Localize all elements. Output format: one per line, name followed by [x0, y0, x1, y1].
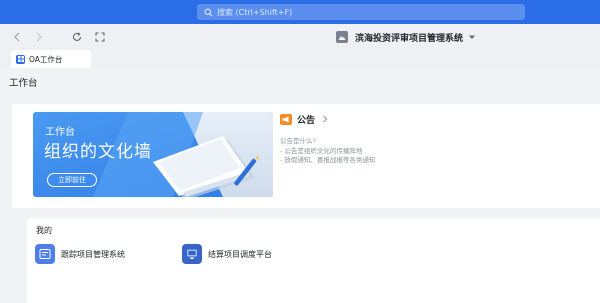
back-icon[interactable]: [10, 30, 24, 44]
chevron-right-icon: [323, 115, 328, 123]
banner-big-title: 组织的文化墙: [44, 142, 152, 162]
notice-panel: 公告 公告是什么? - 公告是组织文化的传播阵地 - 放假通知、喜报战报等各类通…: [280, 112, 375, 166]
my-apps-card: 我的 跟踪项目管理系统 结算项目调度平台: [27, 218, 600, 303]
workbench-page: 工作台 工作台 组织的文化墙 立即前往 公告 公告是什么? - 公告是组织文化的…: [0, 68, 600, 303]
notice-line: - 放假通知、喜报战报等各类通知: [280, 156, 376, 164]
notice-line: - 公告是组织文化的传播阵地: [280, 146, 363, 155]
megaphone-icon: [280, 113, 292, 125]
app-settlement-icon: [182, 244, 202, 264]
app-name: 跟踪项目管理系统: [61, 249, 125, 259]
app-name: 结算项目调度平台: [208, 249, 272, 259]
go-now-button[interactable]: 立即前往: [47, 173, 97, 187]
page-title: 工作台: [9, 78, 38, 89]
search-placeholder: 搜索 (Ctrl+Shift+F): [217, 7, 293, 17]
notice-header[interactable]: 公告: [280, 112, 375, 126]
search-input[interactable]: 搜索 (Ctrl+Shift+F): [197, 4, 525, 20]
nav-bar: 滨海投资评审项目管理系统: [0, 24, 600, 50]
system-logo-icon: [336, 31, 348, 43]
system-switcher[interactable]: 滨海投资评审项目管理系统: [336, 29, 476, 45]
app-tracking-icon: [35, 244, 55, 264]
caret-down-icon: [469, 35, 476, 39]
search-icon: [204, 8, 213, 16]
tab-oa-workbench[interactable]: OA工作台: [11, 50, 91, 68]
culture-card: 工作台 组织的文化墙 立即前往 公告 公告是什么? - 公告是组织文化的传播阵地…: [12, 104, 600, 208]
tab-label: OA工作台: [29, 54, 63, 64]
culture-banner: 工作台 组织的文化墙 立即前往: [33, 112, 273, 197]
app-tracking-project[interactable]: 跟踪项目管理系统: [35, 244, 125, 264]
tab-bar: OA工作台: [0, 50, 600, 68]
fullscreen-icon[interactable]: [93, 30, 107, 44]
notice-title: 公告: [297, 115, 316, 126]
notice-content: 公告是什么? - 公告是组织文化的传播阵地 - 放假通知、喜报战报等各类通知: [280, 137, 375, 166]
system-name: 滨海投资评审项目管理系统: [355, 33, 464, 44]
grid-icon: [16, 54, 25, 64]
forward-icon[interactable]: [32, 30, 46, 44]
app-settlement-schedule[interactable]: 结算项目调度平台: [182, 244, 272, 264]
title-bar: 搜索 (Ctrl+Shift+F): [0, 0, 600, 24]
my-apps-title: 我的: [36, 226, 52, 235]
refresh-icon[interactable]: [70, 30, 84, 44]
banner-small-title: 工作台: [45, 127, 75, 138]
notice-line: 公告是什么?: [280, 137, 316, 145]
